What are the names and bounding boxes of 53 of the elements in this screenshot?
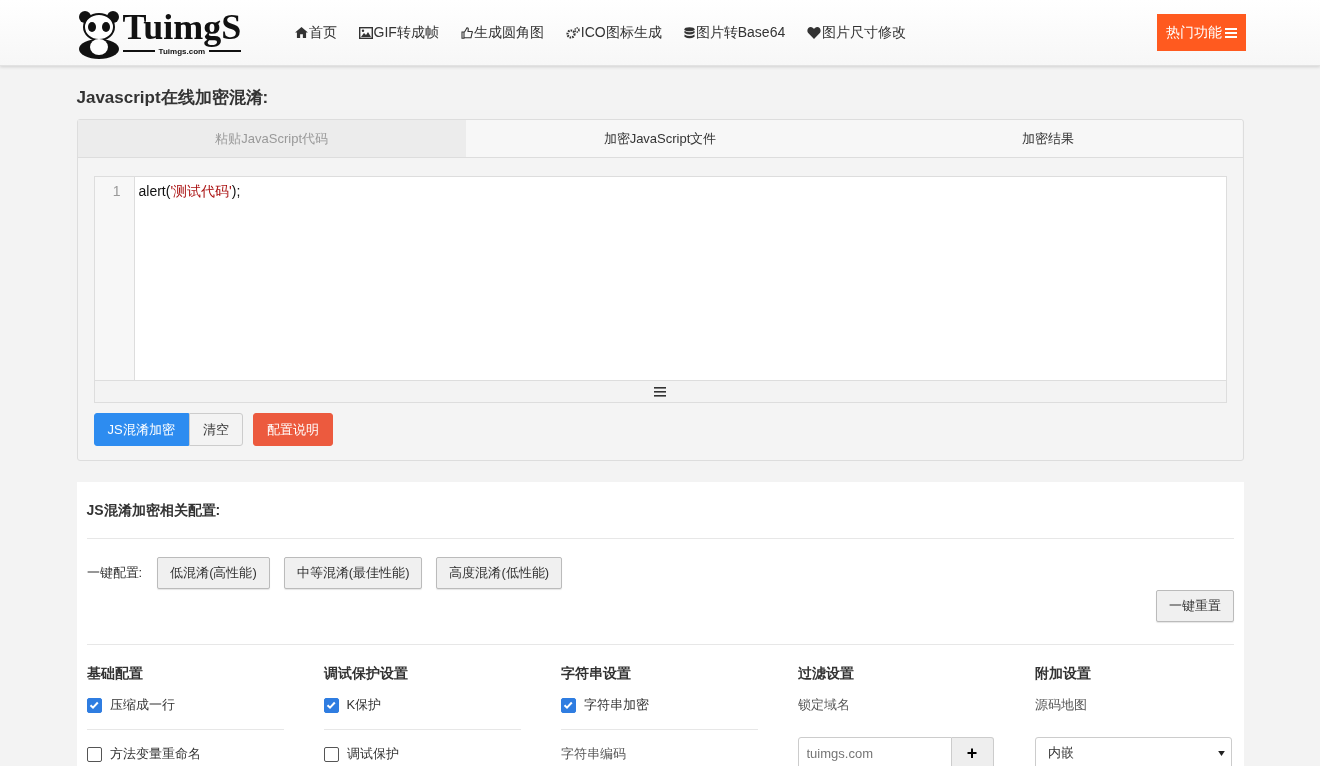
thumbs-up-icon [460,26,473,39]
source-map-select[interactable]: 内嵌 [1034,737,1232,766]
action-button[interactable]: 清空 [188,413,243,446]
nav-link[interactable]: 图片转Base64 [683,23,786,42]
nav-link[interactable]: GIF转成帧 [358,23,439,42]
section-heading: 附加设置 [1034,665,1092,683]
field-label: 字符串编码 [560,745,626,763]
gears-icon [565,26,580,39]
checkbox[interactable] [323,746,339,762]
config-title: JS混淆加密相关配置: [86,502,1234,539]
home-icon [294,27,308,38]
panda-logo-icon [76,8,121,59]
preset-button[interactable]: 高度混淆(低性能) [436,557,563,589]
checkbox-label[interactable]: 压缩成一行 [109,696,175,714]
add-button[interactable]: + [951,737,994,766]
checkbox[interactable] [86,746,102,762]
checkbox-label[interactable]: 方法变量重命名 [109,745,201,763]
page-title: Javascript在线加密混淆: [76,87,270,109]
checkbox[interactable] [86,697,102,713]
menu-icon [1224,27,1237,38]
section-heading: 过滤设置 [797,665,855,683]
line-number: 1 [111,183,122,199]
checkbox-label[interactable]: K保护 [346,696,382,714]
section-heading: 基础配置 [86,665,144,683]
logo-domain: Tuimgs.com [158,46,206,56]
code-line: alert('测试代码'); [138,183,241,201]
heart-icon [807,26,822,39]
logo-wordmark[interactable]: TuimgS [122,6,242,47]
checkbox[interactable] [560,697,576,713]
reset-button[interactable]: 一键重置 [1155,590,1234,622]
image-icon [358,26,373,39]
caret-icon [1217,750,1225,756]
preset-label: 一键配置: [86,564,143,582]
preset-button[interactable]: 中等混淆(最佳性能) [283,557,423,589]
preset-button[interactable]: 低混淆(高性能) [157,557,270,589]
code-editor[interactable]: 1 alert('测试代码'); [93,176,1227,403]
nav-link[interactable]: 首页 [294,23,337,42]
field-label: 源码地图 [1034,696,1087,714]
checkmark-icon [325,699,337,711]
checkbox[interactable] [323,697,339,713]
field-label: 锁定域名 [797,696,850,714]
database-icon [683,26,695,39]
checkbox-label[interactable]: 调试保护 [346,745,399,763]
domain-input-field[interactable]: tuimgs.com [797,737,952,766]
nav-link[interactable]: 图片尺寸修改 [807,23,907,42]
resize-handle-icon[interactable] [654,386,666,397]
checkbox-label[interactable]: 字符串加密 [583,696,649,714]
checkmark-icon [562,699,574,711]
nav-link[interactable]: ICO图标生成 [565,23,662,42]
nav-link[interactable]: 生成圆角图 [460,23,544,42]
checkmark-icon [88,699,100,711]
section-heading: 字符串设置 [560,665,632,683]
section-heading: 调试保护设置 [323,665,409,683]
